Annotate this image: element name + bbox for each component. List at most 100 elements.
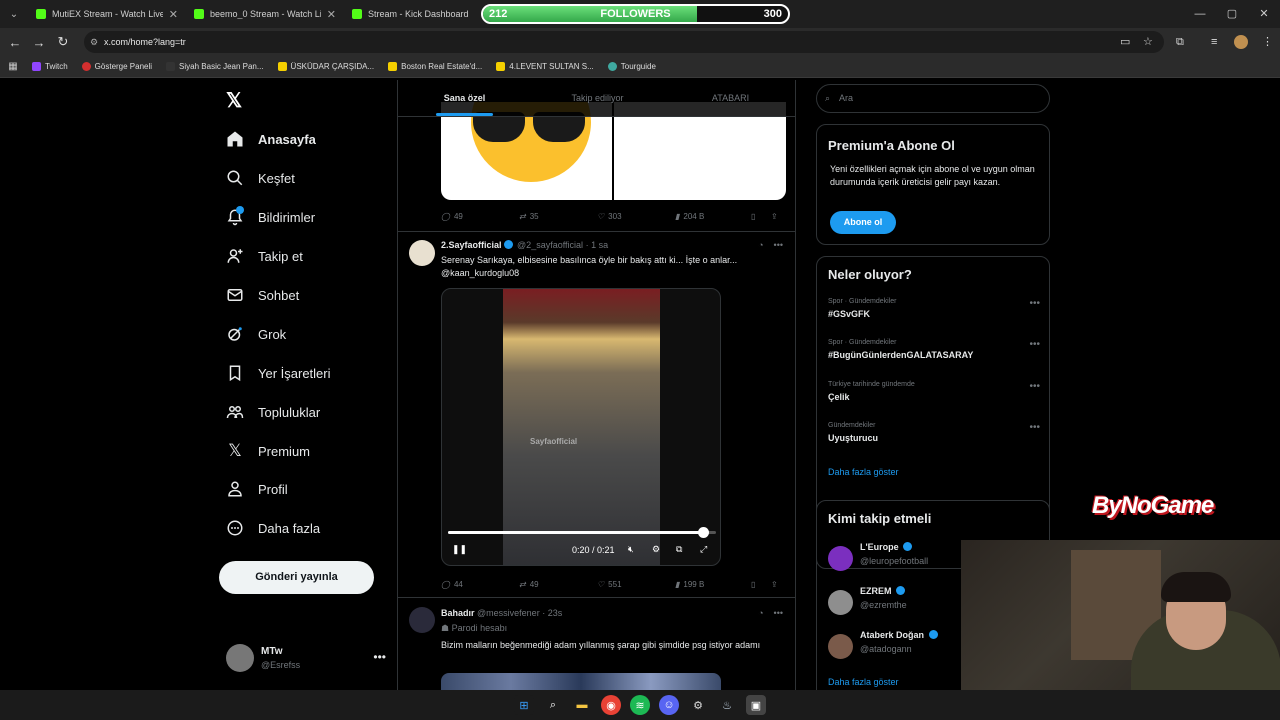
nav-bookmarks[interactable]: Yer İşaretleri [226,358,331,388]
nav-more[interactable]: Daha fazla [226,513,320,543]
mention-link[interactable]: @kaan_kurdoglu08 [441,267,781,280]
nav-profile[interactable]: Profil [226,474,288,504]
video-player[interactable]: Sayfaofficial ❚❚ 0:20 / 0:21 🔇︎ ⚙ ⧉ ⤢ [441,288,721,566]
bookmark-item[interactable]: Boston Real Estate'd... [388,62,482,71]
maximize-icon[interactable]: ▢ [1216,0,1248,28]
cast-icon[interactable]: ▭ [1120,28,1130,56]
trend-item[interactable]: Gündemdekiler Uyuşturucu ••• [828,422,1040,443]
nav-communities[interactable]: Topluluklar [226,397,320,427]
browser-tab[interactable]: Stream - Kick Dashboard [344,0,502,28]
pip-icon[interactable]: ⧉ [676,544,682,555]
tab-search-icon[interactable]: ⌄ [0,0,28,28]
reload-icon[interactable]: ↻ [51,34,75,50]
browser-tab[interactable]: MutiEX Stream - Watch Live on✕ [28,0,186,28]
discord-icon[interactable]: ☺ [659,695,679,715]
like-button[interactable]: ♡ 551 [597,577,675,591]
more-dots-icon[interactable]: ••• [774,608,783,618]
views-button[interactable]: ▮ 204 B [675,209,751,223]
menu-icon[interactable]: ⋮ [1262,28,1273,56]
avatar[interactable] [409,240,435,266]
nav-grok[interactable]: Grok [226,319,286,349]
retweet-button[interactable]: ⇄ 35 [519,209,597,223]
video-progress-bar[interactable] [448,527,716,538]
show-more-link[interactable]: Daha fazla göster [828,467,899,477]
tab-atabari[interactable]: ATABARI [664,80,795,116]
nav-notifications[interactable]: Bildirimler [226,202,315,232]
back-icon[interactable]: ← [3,35,27,50]
close-window-icon[interactable]: ✕ [1248,0,1280,28]
nav-explore[interactable]: Keşfet [226,163,295,193]
bookmark-item[interactable]: ÜSKÜDAR ÇARŞIDA... [277,62,374,71]
steam-icon[interactable]: ♨ [717,695,737,715]
tweet-time[interactable]: · 1 sa [586,240,609,250]
settings-icon[interactable]: ⚙ [652,544,660,555]
file-explorer-icon[interactable]: ▬ [572,695,592,715]
nav-premium[interactable]: 𝕏 Premium [226,436,310,466]
bookmark-item[interactable]: Tourguide [607,62,656,71]
subscribe-button[interactable]: Abone ol [830,211,896,234]
browser-tab[interactable]: beemo_0 Stream - Watch Live o✕ [186,0,344,28]
nav-follow[interactable]: Takip et [226,241,303,271]
more-dots-icon[interactable]: ••• [373,650,386,664]
trend-item[interactable]: Spor · Gündemdekiler #GSvGFK ••• [828,298,1040,319]
share-icon[interactable]: ⇪ [771,577,778,591]
video-scrubber-handle[interactable] [697,527,709,538]
views-button[interactable]: ▮ 199 B [675,577,751,591]
star-icon[interactable]: ☆ [1143,28,1153,56]
more-dots-icon[interactable]: ••• [1029,422,1040,433]
author-handle[interactable]: @messivefener [477,608,540,618]
reply-button[interactable]: ◯ 44 [441,577,519,591]
spotify-icon[interactable]: ≋ [630,695,650,715]
more-dots-icon[interactable]: ••• [1029,339,1040,350]
reply-button[interactable]: ◯ 49 [441,209,519,223]
tweet-time[interactable]: · 23s [542,608,562,618]
app-icon[interactable]: ⚙ [688,695,708,715]
tab-following[interactable]: Takip ediliyor [531,80,664,116]
like-button[interactable]: ♡ 303 [597,209,675,223]
more-dots-icon[interactable]: ••• [1029,298,1040,309]
close-icon[interactable]: ✕ [169,8,178,21]
show-more-link[interactable]: Daha fazla göster [828,677,899,687]
more-dots-icon[interactable]: ••• [774,240,783,250]
chrome-icon[interactable]: ◉ [601,695,621,715]
profile-avatar[interactable] [1234,35,1248,49]
trend-item[interactable]: Spor · Gündemdekiler #BugünGünlerdenGALAT… [828,339,1040,360]
app-icon[interactable]: ▣ [746,695,766,715]
windows-start-icon[interactable]: ⊞ [514,695,534,715]
url-field[interactable]: ⚙ x.com/home?lang=tr [84,31,1164,53]
minimize-icon[interactable]: — [1184,0,1216,28]
author-name[interactable]: 2.Sayfaofficial [441,240,502,250]
close-icon[interactable]: ✕ [327,8,336,21]
account-switcher[interactable]: MTw @Esrefss ••• [226,644,386,680]
forward-icon[interactable]: → [27,35,51,50]
avatar[interactable] [409,607,435,633]
fullscreen-icon[interactable]: ⤢ [700,544,707,555]
author-name[interactable]: Bahadır [441,608,475,618]
extensions-icon[interactable]: ⧉ [1176,28,1184,56]
retweet-button[interactable]: ⇄ 49 [519,577,597,591]
media-icon[interactable]: ≡ [1211,28,1217,56]
grok-icon[interactable]: ◔ [758,608,763,618]
trend-item[interactable]: Türkiye tarihinde gündemde Çelik ••• [828,381,1040,402]
nav-messages[interactable]: Sohbet [226,280,299,310]
apps-grid-icon[interactable]: ▦ [0,61,26,72]
nav-home[interactable]: Anasayfa [226,124,316,154]
bookmark-item[interactable]: Twitch [32,62,68,71]
bookmark-icon[interactable]: ▯ [751,577,771,591]
bookmark-item[interactable]: 4.LEVENT SULTAN S... [496,62,594,71]
author-handle[interactable]: @2_sayfaofficial [517,240,583,250]
x-logo-icon[interactable]: 𝕏 [226,88,242,113]
more-dots-icon[interactable]: ••• [1029,381,1040,392]
share-icon[interactable]: ⇪ [771,209,778,223]
bookmark-icon[interactable]: ▯ [751,209,771,223]
tab-for-you[interactable]: Sana özel [398,80,531,116]
grok-icon[interactable]: ◔ [758,240,763,250]
post-button[interactable]: Gönderi yayınla [219,561,374,594]
search-icon[interactable]: ⌕ [543,695,563,715]
bookmark-item[interactable]: Gösterge Paneli [81,62,152,71]
search-input[interactable]: ⌕ Ara [816,84,1050,113]
mute-icon[interactable]: 🔇︎ [628,544,634,555]
bookmark-item[interactable]: Siyah Basic Jean Pan... [166,62,264,71]
tweet-media-image[interactable] [441,673,721,690]
site-info-icon[interactable]: ⚙ [90,31,98,53]
